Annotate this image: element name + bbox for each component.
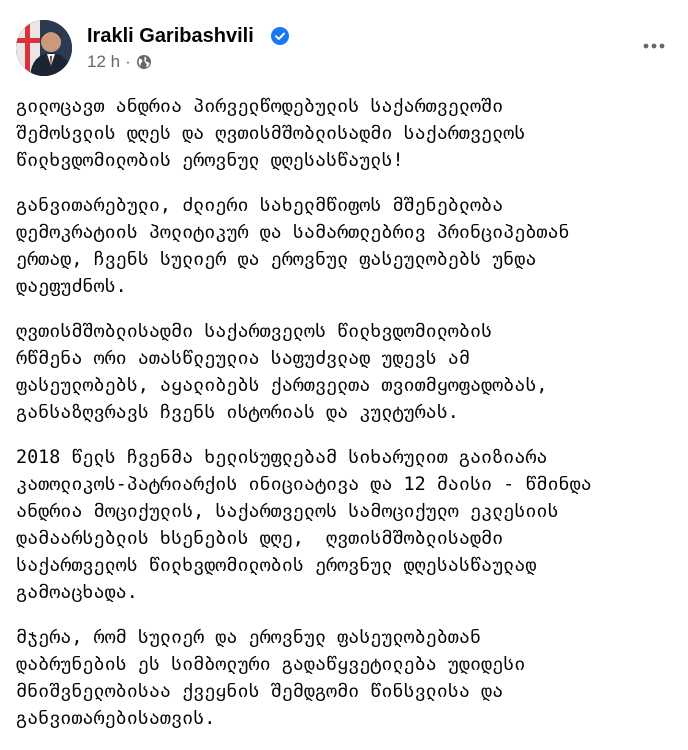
post-timestamp[interactable]: 12 h (87, 52, 120, 72)
verified-badge-icon (271, 27, 289, 45)
post-header: Irakli Garibashvili 12 h · (16, 14, 672, 76)
meta-separator: · (125, 52, 131, 71)
post-text: გილოცავთ ანდრია პირველწოდებულის საქართვე… (16, 93, 676, 750)
post-paragraph: ღვთისმშობლისადმი საქართველოს წილხვდომილო… (16, 321, 548, 423)
more-horizontal-icon (643, 43, 665, 49)
author-avatar[interactable] (16, 20, 72, 76)
author-name[interactable]: Irakli Garibashvili (87, 24, 254, 48)
post-paragraph: გილოცავთ ანდრია პირველწოდებულის საქართვე… (16, 96, 526, 171)
post-paragraph: განვითარებული, ძლიერი სახელმწიფოს მშენებ… (16, 195, 570, 297)
facebook-post: Irakli Garibashvili 12 h · გილოცავთ ანდრ… (0, 0, 688, 729)
globe-icon[interactable] (136, 54, 152, 70)
post-paragraph: მჯერა, რომ სულიერ და ეროვნულ ფასეულობებთ… (16, 627, 526, 729)
profile-photo-icon (16, 20, 72, 76)
more-options-button[interactable] (636, 32, 672, 60)
post-meta: 12 h · (87, 52, 152, 72)
post-paragraph: 2018 წელს ჩვენმა ხელისუფლებამ სიხარულით … (16, 447, 592, 603)
